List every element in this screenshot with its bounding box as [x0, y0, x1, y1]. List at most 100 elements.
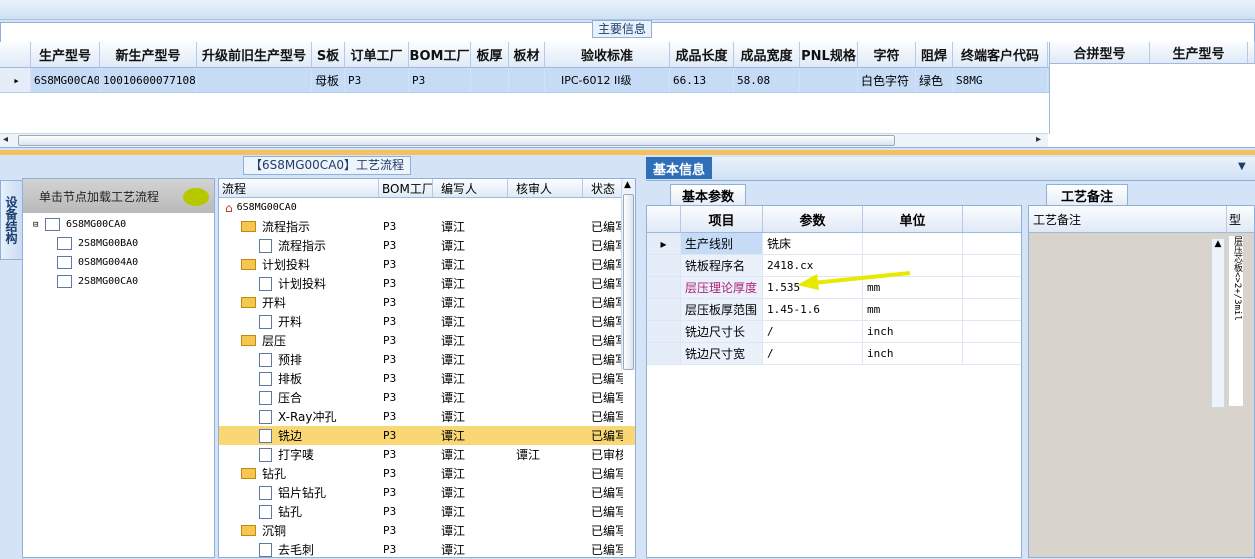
flow-bom-cell: P3 [383, 543, 397, 556]
notes-column-label: 工艺备注 [1033, 212, 1082, 227]
param-value-cell[interactable]: / [763, 321, 863, 342]
process-flow-panel: 流程 BOM工厂 编写人 核审人 状态 ⌂ 6S8MG00CA0 流程指示 P3 谭江已… [218, 178, 636, 558]
param-item-cell: 层压板厚范围 [681, 299, 763, 320]
col-header[interactable]: 参数 [763, 206, 863, 232]
flow-row[interactable]: X-Ray冲孔 P3 谭江 已编写 [219, 407, 635, 426]
col-header[interactable]: 成品长度 [670, 42, 734, 67]
flow-row[interactable]: 铝片钻孔 P3 谭江 已编写 [219, 483, 635, 502]
flow-row[interactable]: 沉铜 P3 谭江 已编写 [219, 521, 635, 540]
col-header[interactable]: 核审人 [508, 179, 583, 197]
hscroll-thumb[interactable] [18, 135, 895, 146]
scroll-up-icon[interactable]: ▲ [624, 180, 631, 190]
flow-row[interactable]: 预排 P3 谭江 已编写 [219, 350, 635, 369]
file-icon [259, 409, 272, 424]
flow-name-cell: 铣边 [219, 426, 379, 445]
flow-bom-cell: P3 [383, 429, 397, 442]
flow-row[interactable]: 开料 P3 谭江 已编写 [219, 293, 635, 312]
flow-row[interactable]: 开料 P3 谭江 已编写 [219, 312, 635, 331]
col-header[interactable]: 编写人 [433, 179, 508, 197]
col-header[interactable]: BOM工厂 [409, 42, 471, 67]
col-header[interactable]: 验收标准 [545, 42, 670, 67]
col-header[interactable]: 终端客户代码 [953, 42, 1048, 67]
col-header[interactable]: 板厚 [471, 42, 509, 67]
flow-row[interactable]: ⌂ 6S8MG00CA0 [219, 198, 635, 217]
flow-name-cell: 计划投料 [219, 255, 379, 274]
param-row[interactable]: 铣边尺寸长 / inch [647, 321, 1021, 343]
col-header[interactable]: 成品宽度 [734, 42, 800, 67]
splitter[interactable] [0, 150, 1255, 155]
flow-writer-cell: 谭江 [441, 315, 466, 329]
folder-icon [241, 221, 256, 232]
tree-node-label: 6S8MG00CA0 [66, 219, 127, 230]
folder-icon [241, 335, 256, 346]
notes-vscrollbar[interactable]: ▲ [1211, 238, 1225, 408]
param-row[interactable]: ▸ 生产线别 铣床 [647, 233, 1021, 255]
flow-vscrollbar[interactable]: ▲ [621, 180, 635, 370]
scroll-up-icon[interactable]: ▲ [1212, 239, 1224, 249]
flow-writer-cell: 谭江 [441, 448, 466, 462]
row-indicator-header [647, 206, 681, 232]
col-header[interactable]: 字符 [858, 42, 916, 67]
flow-name-label: 沉铜 [262, 524, 287, 538]
collapse-icon[interactable]: ⊟ [33, 220, 45, 230]
col-header[interactable]: BOM工厂 [379, 179, 433, 197]
col-header[interactable]: PNL规格 [800, 42, 858, 67]
col-header[interactable]: 生产型号 [31, 42, 100, 67]
flow-row[interactable]: 计划投料 P3 谭江 已编写 [219, 255, 635, 274]
table-row[interactable]: ▸ 6S8MG00CA0 10010600077108 母板 P3 P3 IPC… [0, 68, 1049, 93]
flow-writer-cell: 谭江 [441, 410, 466, 424]
flow-row[interactable]: 钻孔 P3 谭江 已编写 [219, 464, 635, 483]
flow-checker-cell [508, 217, 583, 236]
flow-row[interactable]: 流程指示 P3 谭江 已编写 [219, 236, 635, 255]
dropdown-arrow-icon[interactable]: ▼ [1238, 161, 1246, 172]
tree-node[interactable]: ⊟ 6S8MG00CA0 [33, 215, 211, 234]
flow-row[interactable]: 计划投料 P3 谭江 已编写 [219, 274, 635, 293]
param-value-cell[interactable]: / [763, 343, 863, 364]
col-header[interactable]: 流程 [219, 179, 379, 197]
flow-status-cell: 已编写 [591, 334, 623, 348]
col-header[interactable]: 阻焊 [916, 42, 953, 67]
tab-process-notes[interactable]: 工艺备注 [1046, 184, 1128, 206]
type-column-header[interactable]: 型 [1226, 206, 1254, 233]
param-value-cell[interactable]: 铣床 [763, 233, 863, 254]
col-header[interactable]: 订单工厂 [345, 42, 409, 67]
flow-row[interactable]: 流程指示 P3 谭江 已编写 [219, 217, 635, 236]
scroll-right-icon[interactable]: ▸ [1036, 134, 1041, 145]
flow-row[interactable]: 压合 P3 谭江 已编写 [219, 388, 635, 407]
flow-writer-cell: 谭江 [441, 258, 466, 272]
node-icon [57, 237, 72, 250]
tab-basic-info[interactable]: 基本信息 [646, 157, 712, 179]
param-row[interactable]: 层压板厚范围 1.45-1.6 mm [647, 299, 1021, 321]
tree-node[interactable]: 0S8MG004A0 [33, 253, 211, 272]
col-header[interactable]: 状态 [583, 179, 623, 197]
flow-writer-cell: 谭江 [441, 334, 466, 348]
flow-name-label: 流程指示 [278, 239, 327, 253]
scroll-left-icon[interactable]: ◂ [3, 134, 8, 145]
flow-row[interactable]: 打字唛 P3 谭江 谭江 已审核 [219, 445, 635, 464]
tree-node[interactable]: 2S8MG00BA0 [33, 234, 211, 253]
flow-row[interactable]: 钻孔 P3 谭江 已编写 [219, 502, 635, 521]
param-row[interactable]: 铣边尺寸宽 / inch [647, 343, 1021, 365]
flow-name-label: 压合 [278, 391, 303, 405]
col-header[interactable]: S板 [312, 42, 345, 67]
col-header[interactable]: 新生产型号 [100, 42, 197, 67]
flow-row[interactable]: 去毛刺 P3 谭江 已编写 [219, 540, 635, 559]
param-value-cell[interactable]: 1.45-1.6 [763, 299, 863, 320]
notes-panel: 工艺备注 型 ▲ 层压芯板<>2+/3mil [1028, 205, 1255, 558]
col-header[interactable]: 单位 [863, 206, 963, 232]
col-header[interactable]: 升级前旧生产型号 [197, 42, 312, 67]
flow-row[interactable]: 层压 P3 谭江 已编写 [219, 331, 635, 350]
main-grid-hscrollbar[interactable]: ◂ ▸ [0, 133, 1048, 147]
col-header[interactable]: 合拼型号 [1050, 42, 1150, 63]
col-header[interactable]: 板材 [509, 42, 545, 67]
flow-row[interactable]: 铣边 P3 谭江 已编写 [219, 426, 635, 445]
col-header[interactable]: 项目 [681, 206, 763, 232]
tab-basic-params[interactable]: 基本参数 [670, 184, 746, 206]
col-header[interactable]: 生产型号 [1150, 42, 1248, 63]
vscroll-thumb[interactable] [623, 194, 634, 370]
tree-node[interactable]: 2S8MG00CA0 [33, 272, 211, 291]
flow-bom-cell: P3 [383, 410, 397, 423]
device-structure-tab[interactable]: 设备结构 [0, 180, 22, 260]
flow-bom-cell: P3 [383, 220, 397, 233]
flow-row[interactable]: 排板 P3 谭江 已编写 [219, 369, 635, 388]
